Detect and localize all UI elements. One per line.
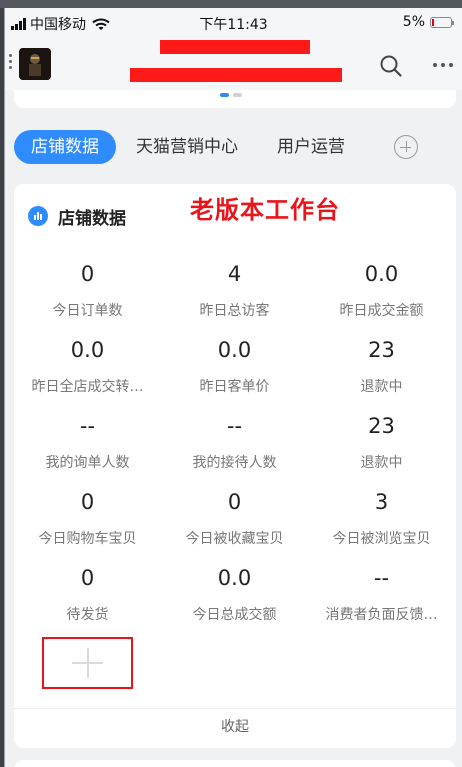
status-carrier: 中国移动 bbox=[11, 14, 110, 34]
top-edge bbox=[0, 0, 462, 8]
metric-value: 0 bbox=[80, 566, 95, 590]
metric-value: 0 bbox=[80, 490, 95, 514]
metric-label: 消费者负面反馈… bbox=[325, 607, 438, 623]
metric-label: 今日被浏览宝贝 bbox=[332, 531, 431, 547]
add-metric-button[interactable] bbox=[42, 637, 133, 689]
collapse-button[interactable]: 收起 bbox=[14, 716, 456, 736]
metric-label: 今日订单数 bbox=[52, 303, 123, 319]
tab-bar: 店铺数据 天猫营销中心 用户运营 bbox=[14, 130, 456, 164]
shop-name-redacted bbox=[160, 40, 310, 54]
metric-to-ship[interactable]: 0 待发货 bbox=[14, 564, 161, 624]
metric-label: 昨日总访客 bbox=[199, 303, 270, 319]
status-bar: 中国移动 下午11:43 5% bbox=[5, 8, 462, 38]
metric-label: 今日购物车宝贝 bbox=[38, 531, 137, 547]
search-icon[interactable] bbox=[379, 54, 403, 78]
metric-value: 23 bbox=[368, 414, 395, 438]
metric-value: -- bbox=[79, 414, 96, 438]
metric-viewed-items[interactable]: 3 今日被浏览宝贝 bbox=[308, 488, 455, 548]
metric-label: 待发货 bbox=[66, 607, 109, 623]
metric-yesterday-gmv[interactable]: 0.0 昨日成交金额 bbox=[308, 260, 455, 320]
signal-icon bbox=[11, 18, 26, 30]
shop-subtitle-redacted bbox=[130, 68, 342, 82]
tab-shop-data[interactable]: 店铺数据 bbox=[14, 130, 116, 164]
battery-icon bbox=[430, 16, 454, 28]
metric-value: 0 bbox=[227, 490, 242, 514]
battery-percent: 5% bbox=[402, 14, 425, 30]
carrier-name: 中国移动 bbox=[30, 17, 86, 33]
metric-value: 23 bbox=[368, 338, 395, 362]
metric-label: 退款中 bbox=[360, 379, 403, 395]
metric-value: 0.0 bbox=[217, 338, 252, 362]
metric-value: 0 bbox=[80, 262, 95, 286]
metric-my-receptions[interactable]: -- 我的接待人数 bbox=[161, 412, 308, 472]
metric-label: 我的接待人数 bbox=[192, 455, 277, 471]
metric-value: 0.0 bbox=[70, 338, 105, 362]
status-battery: 5% bbox=[402, 14, 454, 30]
banner-pager bbox=[220, 93, 242, 97]
metric-today-orders[interactable]: 0 今日订单数 bbox=[14, 260, 161, 320]
metric-label: 今日被收藏宝贝 bbox=[185, 531, 284, 547]
tab-user-operations[interactable]: 用户运营 bbox=[277, 130, 345, 164]
metric-value: 0.0 bbox=[364, 262, 399, 286]
card-title: 店铺数据 bbox=[58, 209, 126, 229]
battery-fill bbox=[432, 18, 434, 26]
metric-negative-feedback[interactable]: -- 消费者负面反馈… bbox=[308, 564, 455, 624]
metric-favorited-items[interactable]: 0 今日被收藏宝贝 bbox=[161, 488, 308, 548]
shop-avatar[interactable] bbox=[19, 48, 51, 80]
left-edge-line bbox=[4, 8, 5, 767]
card-divider bbox=[14, 708, 456, 709]
metric-refunding-2[interactable]: 23 退款中 bbox=[308, 412, 455, 472]
metric-value: 4 bbox=[227, 262, 242, 286]
metric-value: 3 bbox=[374, 490, 389, 514]
more-icon[interactable] bbox=[433, 63, 453, 67]
pager-dot bbox=[233, 93, 242, 97]
wifi-icon bbox=[92, 18, 110, 30]
metric-label: 退款中 bbox=[360, 455, 403, 471]
metric-label: 昨日全店成交转… bbox=[31, 379, 144, 395]
app-header bbox=[5, 38, 462, 90]
metric-label: 我的询单人数 bbox=[45, 455, 130, 471]
pager-dot-active bbox=[220, 93, 229, 97]
add-tab-icon[interactable] bbox=[394, 135, 418, 159]
metric-value: -- bbox=[373, 566, 390, 590]
metric-today-total-gmv[interactable]: 0.0 今日总成交额 bbox=[161, 564, 308, 624]
bar-chart-icon bbox=[28, 206, 48, 226]
annotation-old-workbench: 老版本工作台 bbox=[190, 196, 340, 224]
tab-tmall-marketing[interactable]: 天猫营销中心 bbox=[136, 130, 238, 164]
metric-value: 0.0 bbox=[217, 566, 252, 590]
metric-yesterday-aov[interactable]: 0.0 昨日客单价 bbox=[161, 336, 308, 396]
drag-handle-icon[interactable] bbox=[9, 54, 13, 69]
avatar-figure-icon bbox=[19, 48, 51, 80]
metric-label: 今日总成交额 bbox=[192, 607, 277, 623]
metric-label: 昨日客单价 bbox=[199, 379, 270, 395]
metric-my-inquiries[interactable]: -- 我的询单人数 bbox=[14, 412, 161, 472]
metric-yesterday-conversion[interactable]: 0.0 昨日全店成交转… bbox=[14, 336, 161, 396]
metric-refunding[interactable]: 23 退款中 bbox=[308, 336, 455, 396]
metric-value: -- bbox=[226, 414, 243, 438]
metric-cart-items[interactable]: 0 今日购物车宝贝 bbox=[14, 488, 161, 548]
metric-label: 昨日成交金额 bbox=[339, 303, 424, 319]
next-card bbox=[14, 760, 456, 767]
metric-yesterday-visitors[interactable]: 4 昨日总访客 bbox=[161, 260, 308, 320]
